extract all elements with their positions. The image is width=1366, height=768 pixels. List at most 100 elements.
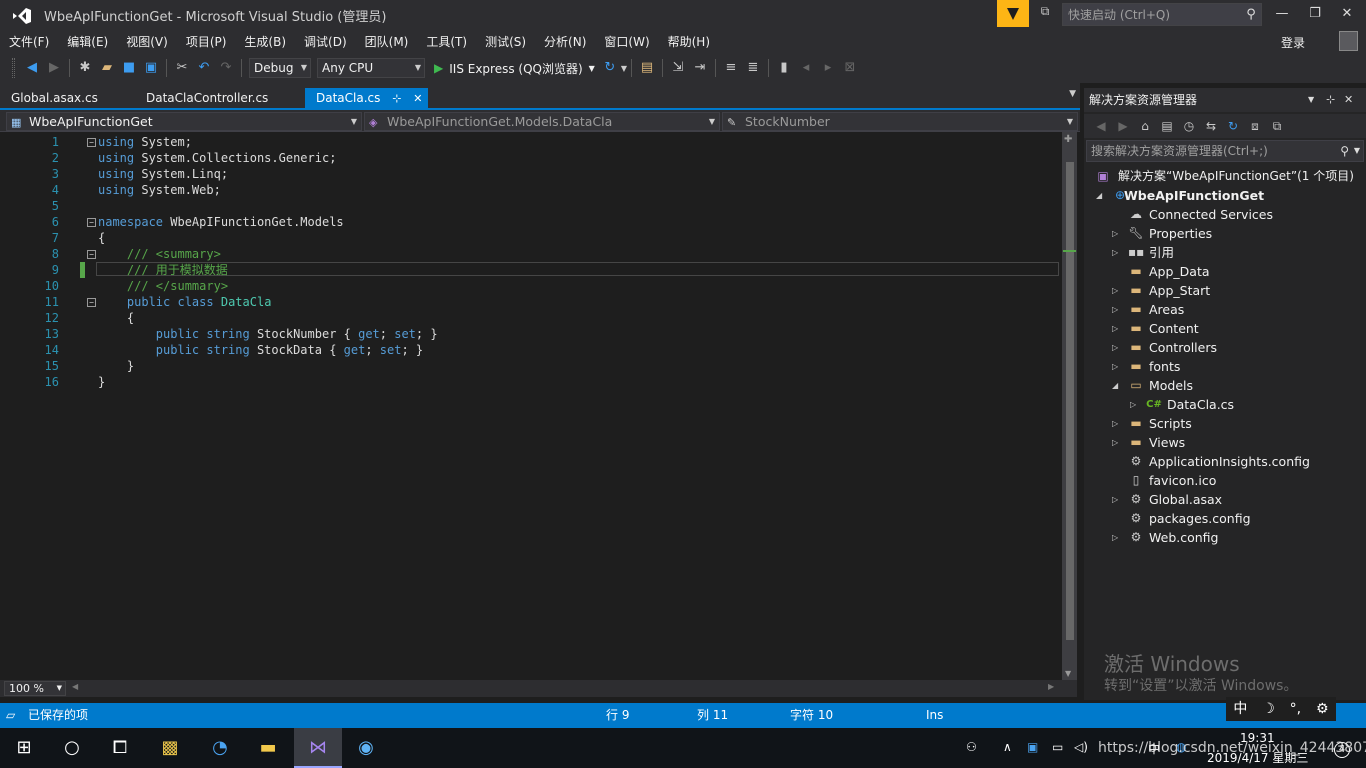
next-bookmark-icon[interactable]: ▸ [817, 57, 839, 79]
split-window-icon[interactable]: ✚ [1064, 134, 1072, 145]
globe-app-icon[interactable]: ◉ [342, 728, 390, 768]
menu-build[interactable]: 生成(B) [235, 31, 295, 53]
pin-icon[interactable]: ⊹ [1326, 88, 1335, 112]
browser-link-icon[interactable]: ▤ [636, 57, 658, 79]
ime-settings-icon[interactable]: ⚙ [1316, 697, 1329, 721]
collapse-icon[interactable]: − [87, 138, 96, 147]
search-icon[interactable]: ⚲ [1241, 7, 1261, 22]
member-dropdown[interactable]: ✎ StockNumber ▼ [722, 112, 1078, 131]
expand-arrow-icon[interactable]: ▷ [1112, 414, 1122, 433]
pin-icon[interactable]: ⊹ [392, 92, 401, 105]
chevron-down-icon[interactable]: ▼ [1308, 88, 1314, 112]
expand-arrow-icon[interactable]: ▷ [1112, 490, 1122, 509]
editor-horizontal-scrollbar[interactable]: 100 % ▼ ◀ ▶ [0, 680, 1077, 697]
home-icon[interactable]: ⌂ [1134, 115, 1156, 137]
collapse-all-icon[interactable]: ⧈ [1244, 115, 1266, 137]
menu-tools[interactable]: 工具(T) [417, 31, 476, 53]
comment-icon[interactable]: ≡ [720, 57, 742, 79]
qq-browser-icon[interactable]: ◔ [196, 728, 244, 768]
minimize-button[interactable]: — [1267, 4, 1297, 24]
menu-analyze[interactable]: 分析(N) [535, 31, 595, 53]
save-icon[interactable]: ■ [118, 57, 140, 79]
chevron-up-icon[interactable]: ∧ [1003, 740, 1012, 754]
back-icon[interactable]: ◀ [21, 57, 43, 79]
expand-arrow-icon[interactable]: ▷ [1112, 224, 1122, 243]
type-dropdown[interactable]: ◈ WbeApIFunctionGet.Models.DataCla ▼ [364, 112, 720, 131]
bookmark-icon[interactable]: ▮ [773, 57, 795, 79]
start-button-windows-icon[interactable]: ⊞ [0, 728, 48, 768]
task-view-icon[interactable]: ⧠ [96, 728, 144, 768]
scroll-down-icon[interactable]: ▼ [1065, 669, 1071, 678]
sync-icon[interactable]: ⇆ [1200, 115, 1222, 137]
punctuation-icon[interactable]: °, [1290, 697, 1301, 721]
chevron-down-icon[interactable]: ▼ [621, 64, 627, 73]
scrollbar-thumb[interactable] [1066, 162, 1074, 640]
show-all-files-icon[interactable]: ⧉ [1266, 115, 1288, 137]
quick-launch-box[interactable]: 快速启动 (Ctrl+Q) ⚲ [1062, 3, 1262, 26]
people-icon[interactable]: ⚇ [966, 740, 977, 754]
redo-icon[interactable]: ↷ [215, 57, 237, 79]
search-circle-icon[interactable]: ○ [48, 728, 96, 768]
forward-icon[interactable]: ▶ [43, 57, 65, 79]
undo-icon[interactable]: ↶ [193, 57, 215, 79]
refresh-icon[interactable]: ↻ [599, 57, 621, 79]
network-icon[interactable]: ▭ [1052, 740, 1063, 754]
collapse-icon[interactable]: − [87, 250, 96, 259]
save-all-icon[interactable]: ▣ [140, 57, 162, 79]
editor-vertical-scrollbar[interactable]: ✚ ▼ [1062, 132, 1077, 680]
menu-view[interactable]: 视图(V) [117, 31, 177, 53]
solution-explorer-search[interactable]: 搜索解决方案资源管理器(Ctrl+;) ⚲ ▼ [1086, 140, 1364, 162]
menu-debug[interactable]: 调试(D) [295, 31, 356, 53]
forward-icon[interactable]: ▶ [1112, 115, 1134, 137]
file-explorer-icon[interactable]: ▬ [244, 728, 292, 768]
expand-arrow-icon[interactable]: ▷ [1112, 338, 1122, 357]
tab-global-asax-cs[interactable]: Global.asax.cs [0, 88, 98, 108]
start-debugging-button[interactable]: ▶ IIS Express (QQ浏览器) ▼ [434, 60, 595, 77]
back-icon[interactable]: ◀ [1090, 115, 1112, 137]
close-icon[interactable]: ✕ [413, 92, 422, 105]
login-link[interactable]: 登录 [1281, 34, 1305, 51]
tab-datacla-cs[interactable]: DataCla.cs ⊹ ✕ [305, 88, 429, 108]
step-into-icon[interactable]: ⇲ [667, 57, 689, 79]
app-tools-icon[interactable]: ▩ [146, 728, 194, 768]
chevron-down-icon[interactable]: ▼ [589, 64, 595, 73]
close-icon[interactable]: ✕ [1344, 88, 1353, 112]
platform-dropdown[interactable]: Any CPU ▼ [317, 58, 425, 78]
expand-arrow-icon[interactable]: ▷ [1112, 357, 1122, 376]
menu-window[interactable]: 窗口(W) [595, 31, 658, 53]
ime-toolbar[interactable]: 中 ☽ °, ⚙ [1226, 697, 1336, 721]
collapse-icon[interactable]: − [87, 298, 96, 307]
project-dropdown[interactable]: ▦ WbeApIFunctionGet ▼ [6, 112, 362, 131]
expand-arrow-icon[interactable]: ▷ [1112, 528, 1122, 547]
uncomment-icon[interactable]: ≣ [742, 57, 764, 79]
expand-arrow-icon[interactable]: ▷ [1112, 300, 1122, 319]
expand-arrow-icon[interactable]: ▷ [1112, 433, 1122, 452]
menu-edit[interactable]: 编辑(E) [58, 31, 117, 53]
cut-icon[interactable]: ✂ [171, 57, 193, 79]
expand-arrow-icon[interactable]: ▷ [1112, 281, 1122, 300]
pending-changes-icon[interactable]: ◷ [1178, 115, 1200, 137]
new-project-icon[interactable]: ✱ [74, 57, 96, 79]
menu-test[interactable]: 测试(S) [476, 31, 535, 53]
volume-icon[interactable]: ◁) [1074, 740, 1088, 754]
chevron-down-icon[interactable]: ▼ [1354, 141, 1360, 161]
clear-bookmarks-icon[interactable]: ⊠ [839, 57, 861, 79]
menu-project[interactable]: 项目(P) [177, 31, 236, 53]
menu-file[interactable]: 文件(F) [0, 31, 58, 53]
expand-arrow-icon[interactable]: ▷ [1130, 395, 1140, 414]
expand-arrow-icon[interactable]: ▷ [1112, 243, 1122, 262]
visual-studio-taskbar-icon[interactable]: ⋈ [294, 728, 342, 768]
switch-views-icon[interactable]: ▤ [1156, 115, 1178, 137]
step-over-icon[interactable]: ⇥ [689, 57, 711, 79]
expanded-arrow-icon[interactable]: ◢ [1096, 186, 1106, 205]
tab-overflow-chevron-icon[interactable]: ▼ [1069, 89, 1076, 99]
expanded-arrow-icon[interactable]: ◢ [1112, 376, 1122, 395]
refresh-icon[interactable]: ↻ [1222, 115, 1244, 137]
menu-team[interactable]: 团队(M) [356, 31, 418, 53]
ime-mode[interactable]: 中 [1233, 697, 1247, 721]
solution-config-dropdown[interactable]: Debug ▼ [249, 58, 311, 78]
half-width-icon[interactable]: ☽ [1262, 697, 1275, 721]
toolbar-grip[interactable] [12, 58, 15, 78]
collapse-icon[interactable]: − [87, 218, 96, 227]
close-button[interactable]: ✕ [1332, 4, 1362, 24]
